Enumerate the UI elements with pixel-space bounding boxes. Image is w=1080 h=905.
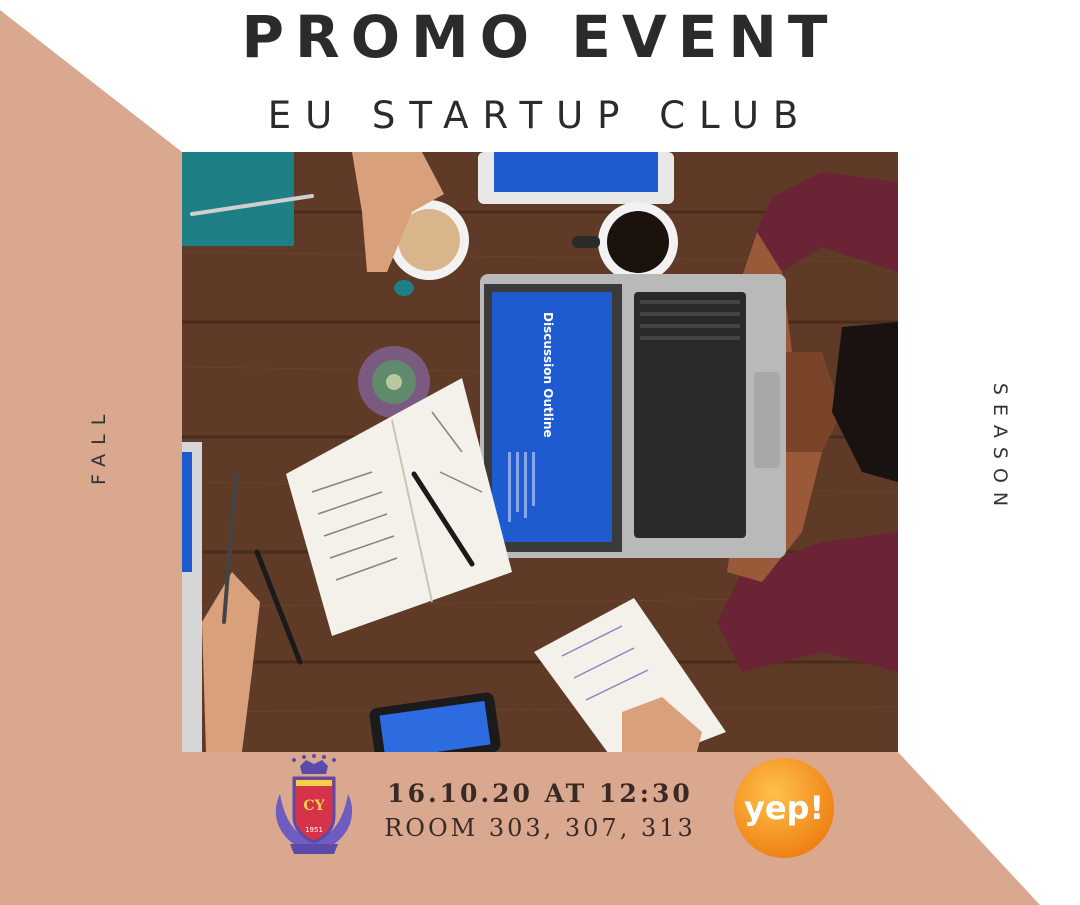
crest-year: 1951 (305, 826, 323, 834)
event-rooms: ROOM 303, 307, 313 (384, 814, 696, 842)
poster-subtitle: EU STARTUP CLUB (267, 94, 813, 137)
yep-logo-text: yep! (744, 789, 824, 827)
teal-notebook (182, 152, 294, 246)
university-crest-logo: CY 1951 (275, 754, 353, 854)
side-label-fall: FALL (88, 405, 110, 485)
laptop-keyboard (634, 292, 746, 538)
event-photo: Discussion Outline (182, 152, 898, 752)
svg-text:CY: CY (303, 798, 325, 814)
yep-sponsor-logo: yep! (734, 758, 834, 858)
side-label-season: SEASON (989, 382, 1011, 516)
event-date-time: 16.10.20 AT 12:30 (387, 779, 693, 808)
laptop-screen-heading: Discussion Outline (541, 312, 555, 438)
poster-title: PROMO EVENT (241, 3, 839, 71)
